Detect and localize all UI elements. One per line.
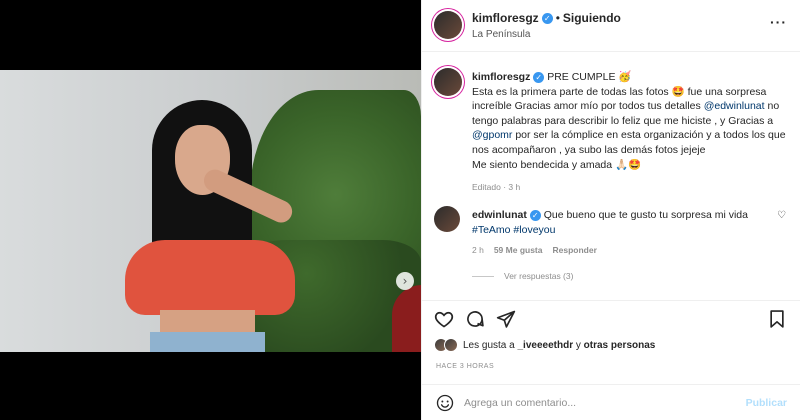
- caption-meta: Editado · 3 h: [472, 182, 521, 193]
- liker-avatar[interactable]: [444, 338, 458, 352]
- caption-text-4: Me siento bendecida y amada 🙏🏻🤩: [472, 158, 642, 171]
- comment-composer: Publicar: [422, 384, 800, 420]
- header-separator: •: [555, 11, 560, 25]
- comment-text: Que bueno que te gusto tu sorpresa mi vi…: [543, 209, 748, 221]
- post-media[interactable]: ›: [0, 70, 421, 352]
- reply-button[interactable]: Responder: [552, 243, 596, 258]
- verified-badge-icon: ✓: [541, 13, 553, 25]
- caption-verified-badge-icon: ✓: [533, 71, 545, 83]
- comment-like-heart-icon[interactable]: ♡: [777, 210, 786, 221]
- caption-mention-2[interactable]: @gpomr: [472, 129, 512, 141]
- heart-outline-icon[interactable]: [434, 309, 454, 329]
- likes-prefix: Les gusta a: [463, 339, 515, 351]
- likes-text: Les gusta a _iveeeethdr y otras personas: [463, 340, 655, 351]
- photo-person-jeans: [150, 332, 265, 352]
- caption-title: PRE CUMPLE 🥳: [547, 71, 632, 83]
- author-username[interactable]: kimfloresgz: [472, 11, 539, 25]
- post-dialog: › kimfloresgz ✓ • Siguiendo La Península ··…: [0, 0, 800, 420]
- view-replies-label[interactable]: Ver respuestas (3): [504, 271, 573, 281]
- emoji-icon[interactable]: [436, 394, 454, 412]
- comment-input[interactable]: [464, 393, 744, 413]
- caption-mention-1[interactable]: @edwinlunat: [704, 100, 765, 112]
- more-options-icon[interactable]: ···: [770, 14, 787, 30]
- caption-body: kimfloresgz ✓ PRE CUMPLE 🥳 Esta es la pr…: [472, 70, 794, 195]
- likes-user[interactable]: _iveeeethdr: [518, 340, 574, 351]
- commenter-verified-badge-icon: ✓: [529, 209, 541, 221]
- comment-likes[interactable]: 59 Me gusta: [494, 243, 543, 258]
- commenter-avatar[interactable]: [434, 206, 460, 232]
- caption-author-avatar[interactable]: [434, 68, 462, 96]
- commenter-username[interactable]: edwinlunat: [472, 209, 527, 221]
- comment-bubble-icon[interactable]: [465, 309, 485, 329]
- photo-person-top: [125, 240, 295, 315]
- replies-divider: [472, 275, 494, 277]
- paper-plane-icon[interactable]: [496, 309, 516, 329]
- comment-hashtags[interactable]: #TeAmo #loveyou: [472, 224, 555, 236]
- post-timestamp[interactable]: HACE 3 HORAS: [436, 363, 494, 370]
- post-side-panel: kimfloresgz ✓ • Siguiendo La Península ··· …: [421, 0, 800, 420]
- likes-others[interactable]: otras personas: [584, 340, 656, 351]
- post-actions: [422, 300, 800, 334]
- view-replies[interactable]: Ver respuestas (3): [472, 271, 573, 281]
- caption-username[interactable]: kimfloresgz: [472, 71, 530, 83]
- comment-body: edwinlunat ✓ Que bueno que te gusto tu s…: [472, 208, 772, 258]
- author-line: kimfloresgz ✓ • Siguiendo: [472, 11, 621, 25]
- likes-connector: y: [575, 339, 581, 351]
- bookmark-icon[interactable]: [767, 309, 787, 329]
- comment-time: 2 h: [472, 245, 484, 256]
- post-header: kimfloresgz ✓ • Siguiendo La Península ···: [422, 0, 800, 52]
- likes-summary: Les gusta a _iveeeethdr y otras personas: [434, 338, 655, 352]
- comment-meta: 2 h 59 Me gusta Responder: [472, 243, 772, 258]
- author-avatar[interactable]: [434, 11, 462, 39]
- publish-button[interactable]: Publicar: [746, 397, 787, 409]
- caption-text-3: por ser la cómplice en esta organización…: [472, 129, 786, 156]
- next-image-button[interactable]: ›: [396, 272, 414, 290]
- post-location[interactable]: La Península: [472, 29, 530, 40]
- following-button[interactable]: Siguiendo: [563, 11, 621, 25]
